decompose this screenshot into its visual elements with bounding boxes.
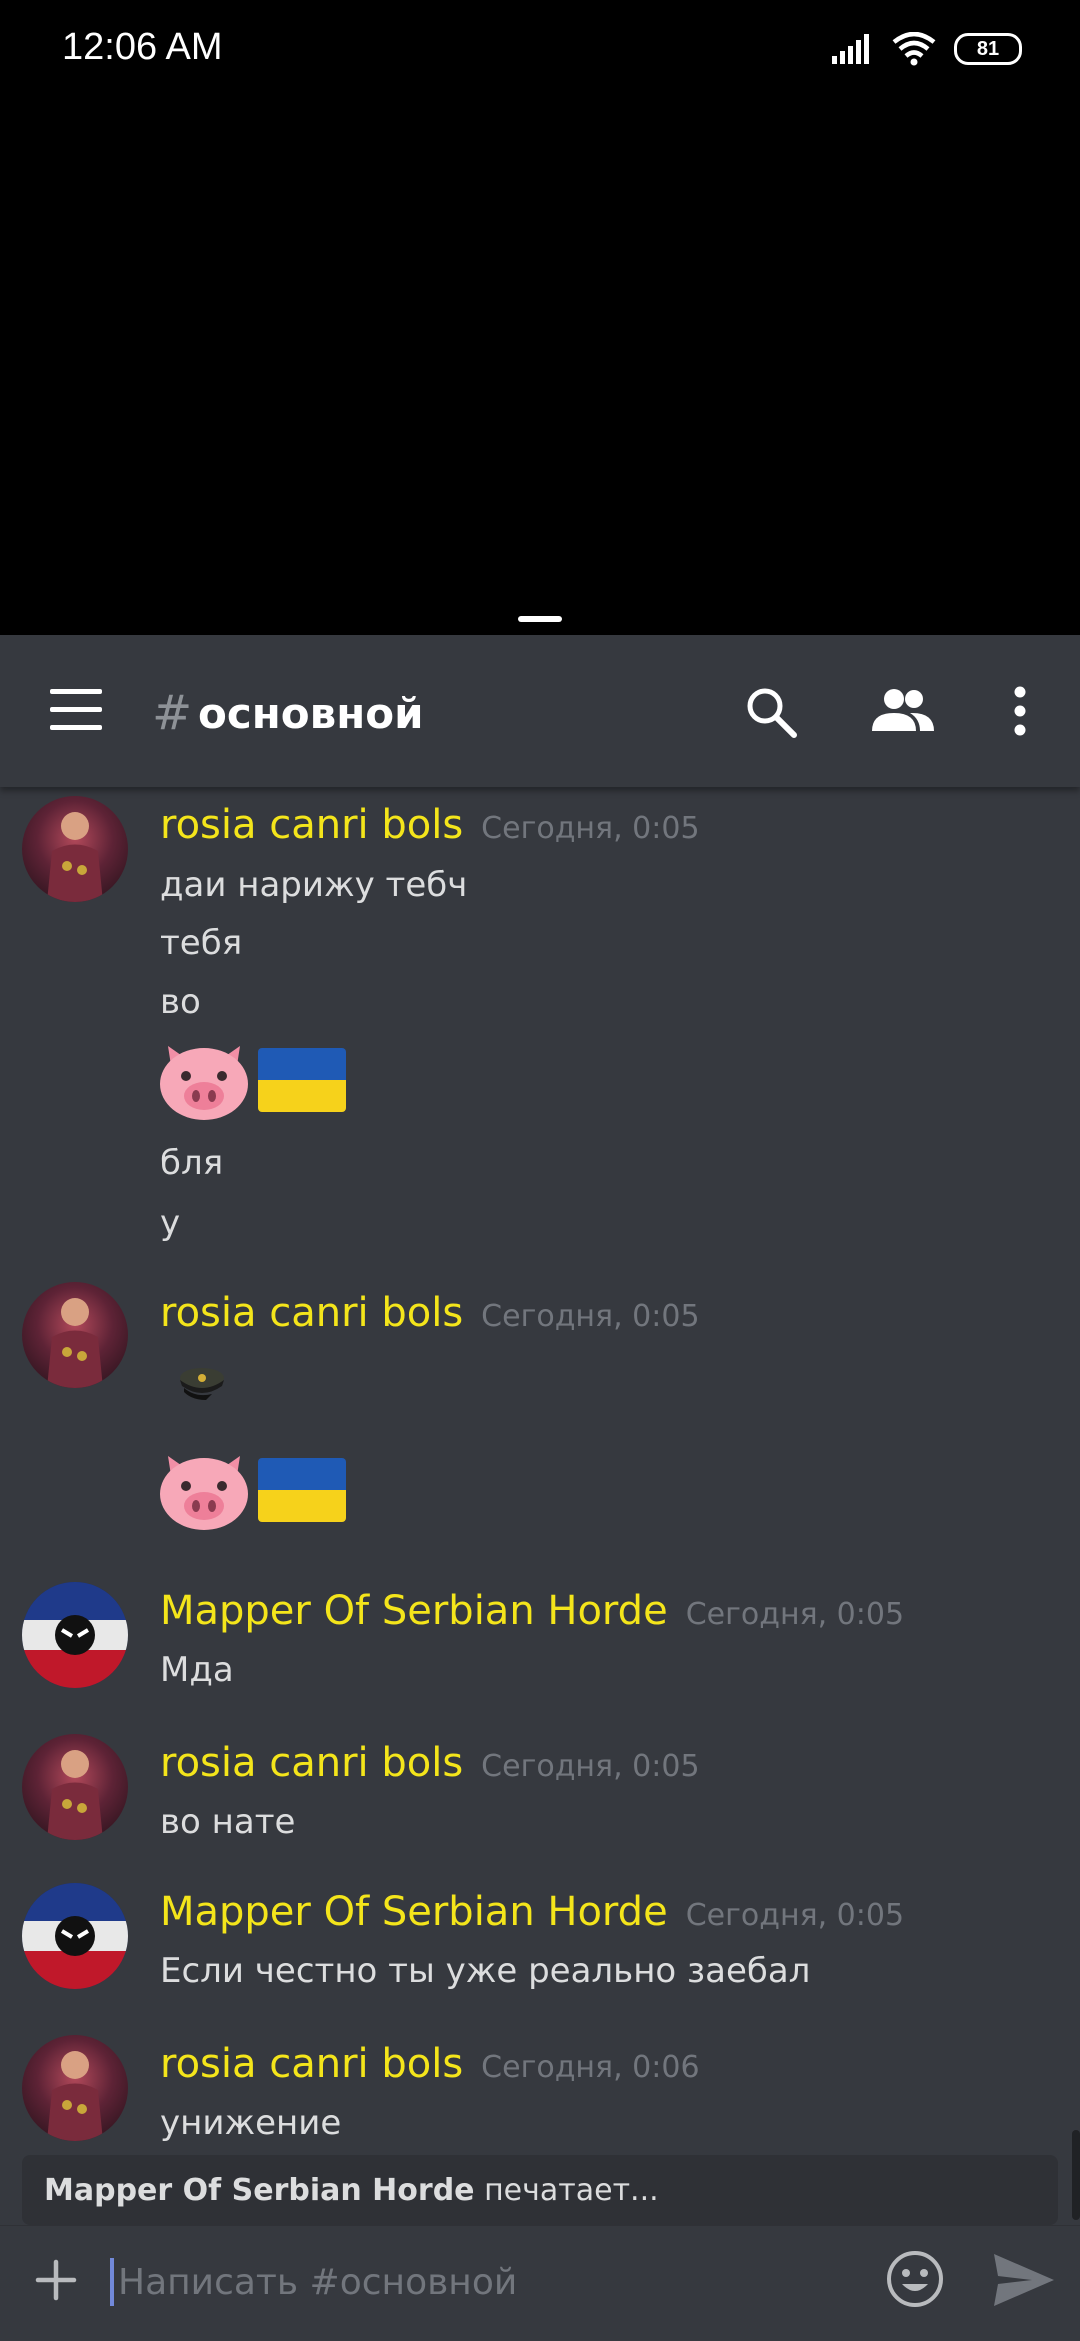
- status-icons: 81: [832, 32, 1022, 66]
- pig-face-emoji: [160, 1456, 248, 1530]
- status-time: 12:06 AM: [62, 26, 223, 68]
- message-input-placeholder: Написать #основной: [118, 2262, 518, 2303]
- message-header: Mapper Of Serbian Horde Сегодня, 0:05: [160, 1588, 904, 1634]
- status-bar: 12:06 AM 81: [0, 0, 1080, 100]
- search-icon[interactable]: [744, 685, 798, 739]
- avatar-image: [47, 1298, 103, 1388]
- username[interactable]: rosia canri bols: [160, 1740, 463, 1786]
- avatar-image: [47, 812, 103, 902]
- timestamp: Сегодня, 0:05: [481, 811, 700, 846]
- timestamp: Сегодня, 0:05: [685, 1898, 905, 1933]
- emoji-row: [158, 1448, 346, 1532]
- avatar[interactable]: [22, 1582, 128, 1688]
- ukraine-flag-emoji: [258, 1048, 346, 1112]
- message-text: тебя: [160, 923, 243, 963]
- avatar-image: [22, 1883, 128, 1989]
- text-caret: [110, 2258, 114, 2306]
- message-input[interactable]: Написать #основной: [110, 2252, 870, 2312]
- timestamp: Сегодня, 0:05: [481, 1299, 700, 1334]
- message-text: унижение: [160, 2103, 342, 2143]
- timestamp: Сегодня, 0:05: [481, 1749, 700, 1784]
- emoji-row: [158, 1038, 346, 1122]
- username[interactable]: Mapper Of Serbian Horde: [160, 1588, 668, 1634]
- message-header: rosia canri bols Сегодня, 0:05: [160, 1290, 700, 1336]
- avatar-image: [47, 1750, 103, 1840]
- message-text: даи нарижу тебч: [160, 865, 468, 905]
- members-icon[interactable]: [870, 685, 936, 739]
- wifi-icon: [892, 32, 936, 66]
- pig-face-emoji: [160, 1046, 248, 1120]
- message-text: во: [160, 982, 201, 1022]
- avatar[interactable]: [22, 2035, 128, 2141]
- message-header: rosia canri bols Сегодня, 0:06: [160, 2041, 700, 2087]
- message-text: у: [160, 1203, 181, 1243]
- channel-hash-icon: #: [152, 685, 193, 741]
- typing-label: печатает...: [474, 2173, 659, 2208]
- emoji-picker-icon[interactable]: [886, 2250, 944, 2308]
- timestamp: Сегодня, 0:05: [685, 1597, 905, 1632]
- typing-text: Mapper Of Serbian Horde печатает...: [44, 2173, 659, 2208]
- send-icon[interactable]: [992, 2252, 1056, 2308]
- military-cap-emoji: [180, 1368, 224, 1400]
- battery-icon: 81: [954, 33, 1022, 65]
- message-text: Если честно ты уже реально заебал: [160, 1951, 811, 1991]
- avatar-image: [22, 1582, 128, 1688]
- drag-handle[interactable]: [518, 616, 562, 622]
- username[interactable]: Mapper Of Serbian Horde: [160, 1889, 668, 1935]
- signal-icon: [832, 34, 869, 64]
- avatar[interactable]: [22, 1734, 128, 1840]
- avatar[interactable]: [22, 1282, 128, 1388]
- message-header: rosia canri bols Сегодня, 0:05: [160, 802, 700, 848]
- timestamp: Сегодня, 0:06: [481, 2050, 700, 2085]
- channel-header: # основной: [0, 635, 1080, 787]
- message-composer: Написать #основной: [0, 2225, 1080, 2341]
- message-header: rosia canri bols Сегодня, 0:05: [160, 1740, 700, 1786]
- channel-title: основной: [198, 689, 424, 738]
- avatar-image: [47, 2051, 103, 2141]
- plus-icon[interactable]: [32, 2256, 80, 2304]
- ukraine-flag-emoji: [258, 1458, 346, 1522]
- typing-user: Mapper Of Serbian Horde: [44, 2173, 475, 2208]
- message-text: Мда: [160, 1650, 234, 1690]
- message-text: во нате: [160, 1802, 296, 1842]
- typing-indicator: Mapper Of Serbian Horde печатает...: [22, 2155, 1058, 2225]
- scrollbar[interactable]: [1072, 2130, 1080, 2220]
- message-list[interactable]: rosia canri bols Сегодня, 0:05 даи нариж…: [0, 790, 1080, 2155]
- username[interactable]: rosia canri bols: [160, 802, 463, 848]
- message-header: Mapper Of Serbian Horde Сегодня, 0:05: [160, 1889, 904, 1935]
- avatar[interactable]: [22, 1883, 128, 1989]
- video-area: [0, 100, 1080, 635]
- message-text: бля: [160, 1143, 224, 1183]
- username[interactable]: rosia canri bols: [160, 2041, 463, 2087]
- username[interactable]: rosia canri bols: [160, 1290, 463, 1336]
- more-vertical-icon[interactable]: [1010, 685, 1030, 739]
- avatar[interactable]: [22, 796, 128, 902]
- hamburger-menu-icon[interactable]: [46, 689, 106, 733]
